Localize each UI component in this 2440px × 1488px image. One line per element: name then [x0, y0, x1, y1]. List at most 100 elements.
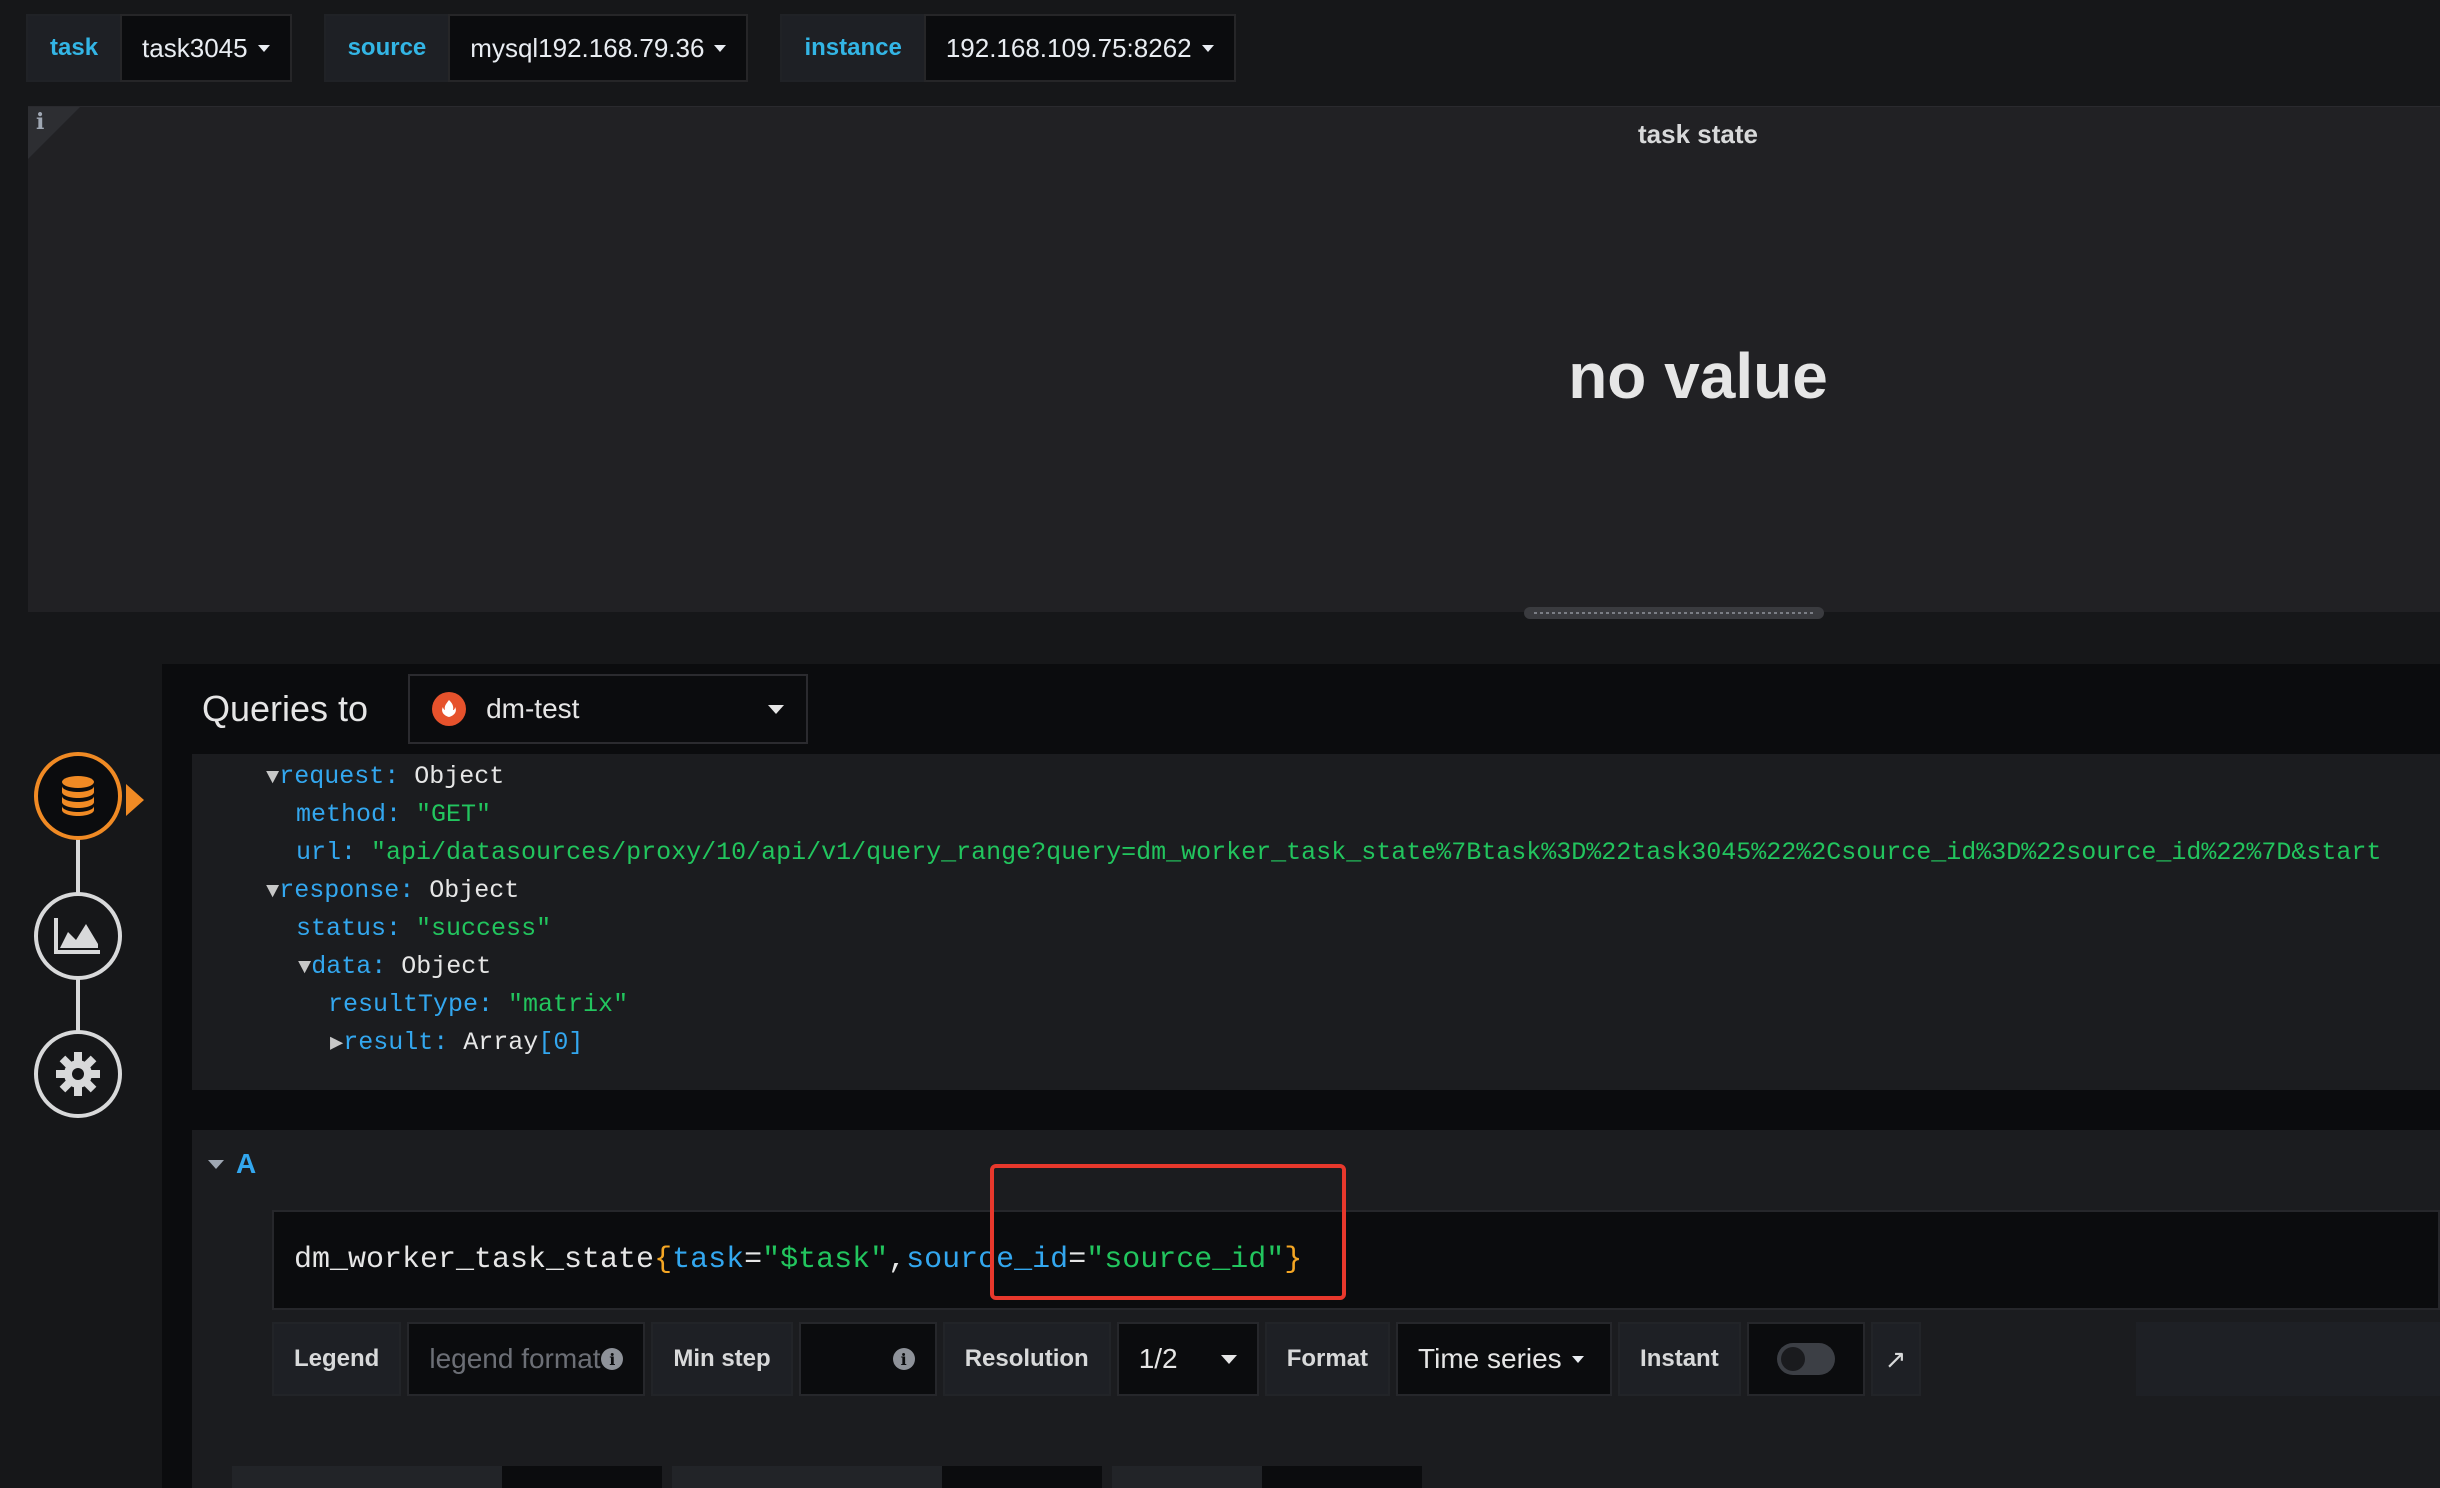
next-section-fields: [232, 1466, 1422, 1488]
chevron-down-icon: [1201, 44, 1214, 52]
json-value: "matrix": [508, 990, 629, 1019]
collapse-arrow-icon: ▼: [266, 765, 280, 790]
variable-label: instance: [780, 14, 924, 82]
min-step-input[interactable]: i: [798, 1322, 937, 1396]
info-icon[interactable]: i: [36, 109, 44, 135]
inspector-result[interactable]: ▶result: Array[0]: [330, 1028, 583, 1057]
query-operator: =: [744, 1243, 763, 1277]
json-key: status:: [296, 914, 402, 943]
json-key: resultType:: [328, 990, 494, 1019]
resolution-select[interactable]: 1/2: [1116, 1322, 1259, 1396]
queries-to-label: Queries to: [202, 688, 369, 729]
share-icon[interactable]: ↗: [1870, 1322, 1921, 1396]
json-type: Array: [463, 1028, 539, 1057]
query-brace: {: [654, 1243, 673, 1277]
inspector-url: url: "api/datasources/proxy/10/api/v1/qu…: [296, 838, 2381, 867]
variable-label: task: [26, 14, 121, 82]
resolution-label: Resolution: [942, 1322, 1111, 1396]
query-label: task: [672, 1243, 745, 1277]
info-icon[interactable]: i: [892, 1348, 915, 1370]
variable-label: source: [323, 14, 449, 82]
inspector-data[interactable]: ▼data: Object: [298, 952, 491, 981]
chevron-down-icon: [1571, 1355, 1584, 1363]
json-value: "api/datasources/proxy/10/api/v1/query_r…: [371, 838, 2382, 867]
field-group[interactable]: [1112, 1466, 1422, 1488]
panel-resize-handle[interactable]: [1524, 607, 1824, 619]
query-comma: ,: [888, 1243, 907, 1277]
next-section: [192, 1426, 2440, 1488]
grafana-dashboard: task task3045 source mysql192.168.79.36 …: [0, 0, 2440, 1488]
json-value: "success": [416, 914, 552, 943]
chart-area-icon: [54, 918, 100, 954]
min-step-label: Min step: [651, 1322, 793, 1396]
json-key: url:: [296, 838, 357, 867]
format-select[interactable]: Time series: [1396, 1322, 1613, 1396]
chevron-down-icon: [768, 704, 785, 714]
json-type: Object: [401, 952, 492, 981]
inspector-method: method: "GET": [296, 800, 491, 829]
legend-placeholder: legend format: [429, 1343, 601, 1374]
highlight-annotation-box: [990, 1164, 1346, 1300]
instant-toggle[interactable]: [1776, 1343, 1835, 1375]
chevron-down-icon: [257, 44, 270, 52]
variable-value: task3045: [142, 32, 248, 63]
query-inspector: ▼request: Object method: "GET" url: "api…: [192, 754, 2440, 1090]
rail-general-button[interactable]: [34, 1030, 122, 1118]
panel-value: no value: [1568, 340, 1828, 412]
datasource-name: dm-test: [486, 693, 580, 724]
chevron-down-icon: [714, 44, 727, 52]
json-type: Object: [429, 876, 520, 905]
variables-bar: task task3045 source mysql192.168.79.36 …: [26, 14, 1236, 82]
promql-query-field[interactable]: dm_worker_task_state{task = "$task", source…: [272, 1210, 2440, 1310]
options-filler: [2136, 1322, 2440, 1396]
json-key: data:: [311, 952, 387, 981]
query-options-row: Legend legend format i Min step i Resolu…: [272, 1322, 1921, 1396]
query-editor: Queries to dm-test ▼request: Object meth…: [162, 664, 2440, 1488]
instant-label: Instant: [1618, 1322, 1741, 1396]
variable-task: task task3045: [26, 14, 292, 82]
json-key: method:: [296, 800, 402, 829]
chevron-down-icon[interactable]: [208, 1159, 224, 1169]
legend-label: Legend: [272, 1322, 402, 1396]
query-label-value: "$task": [762, 1243, 889, 1277]
panel-title[interactable]: task state: [1528, 119, 1868, 150]
prometheus-icon: [432, 692, 467, 726]
database-icon: [62, 776, 94, 816]
singlestat-panel: i task state no value: [28, 106, 2440, 619]
format-label: Format: [1264, 1322, 1391, 1396]
json-key: request:: [279, 762, 400, 791]
inspector-resulttype: resultType: "matrix": [328, 990, 628, 1019]
editor-header: Queries to dm-test: [162, 664, 2440, 754]
rail-queries-button[interactable]: [34, 752, 144, 840]
variable-select-task[interactable]: task3045: [120, 14, 292, 82]
json-key: response:: [279, 876, 415, 905]
variable-value: mysql192.168.79.36: [470, 32, 705, 63]
collapse-arrow-icon: ▼: [266, 879, 280, 904]
field-group[interactable]: [232, 1466, 662, 1488]
chevron-down-icon: [1220, 1354, 1237, 1364]
inspector-status: status: "success": [296, 914, 551, 943]
legend-format-input[interactable]: legend format i: [407, 1322, 646, 1396]
variable-instance: instance 192.168.109.75:8262: [780, 14, 1236, 82]
json-type: Object: [414, 762, 505, 791]
json-value: "GET": [416, 800, 492, 829]
format-value: Time series: [1418, 1343, 1562, 1374]
info-icon[interactable]: i: [601, 1348, 624, 1370]
inspector-request[interactable]: ▼request: Object: [266, 762, 504, 791]
field-group[interactable]: [672, 1466, 1102, 1488]
datasource-picker[interactable]: dm-test: [408, 674, 809, 744]
variable-select-source[interactable]: mysql192.168.79.36: [448, 14, 749, 82]
gear-icon: [56, 1052, 100, 1096]
expand-arrow-icon: ▶: [330, 1031, 344, 1056]
resolution-value: 1/2: [1138, 1343, 1178, 1374]
instant-toggle-field[interactable]: [1746, 1322, 1865, 1396]
variable-value: 192.168.109.75:8262: [945, 32, 1192, 63]
query-ref-id: A: [236, 1148, 257, 1179]
json-array-length: [0]: [538, 1028, 584, 1057]
variable-source: source mysql192.168.79.36: [323, 14, 749, 82]
collapse-arrow-icon: ▼: [298, 955, 312, 980]
variable-select-instance[interactable]: 192.168.109.75:8262: [923, 14, 1236, 82]
query-metric: dm_worker_task_state: [294, 1243, 655, 1277]
rail-visualization-button[interactable]: [34, 892, 122, 980]
inspector-response[interactable]: ▼response: Object: [266, 876, 519, 905]
